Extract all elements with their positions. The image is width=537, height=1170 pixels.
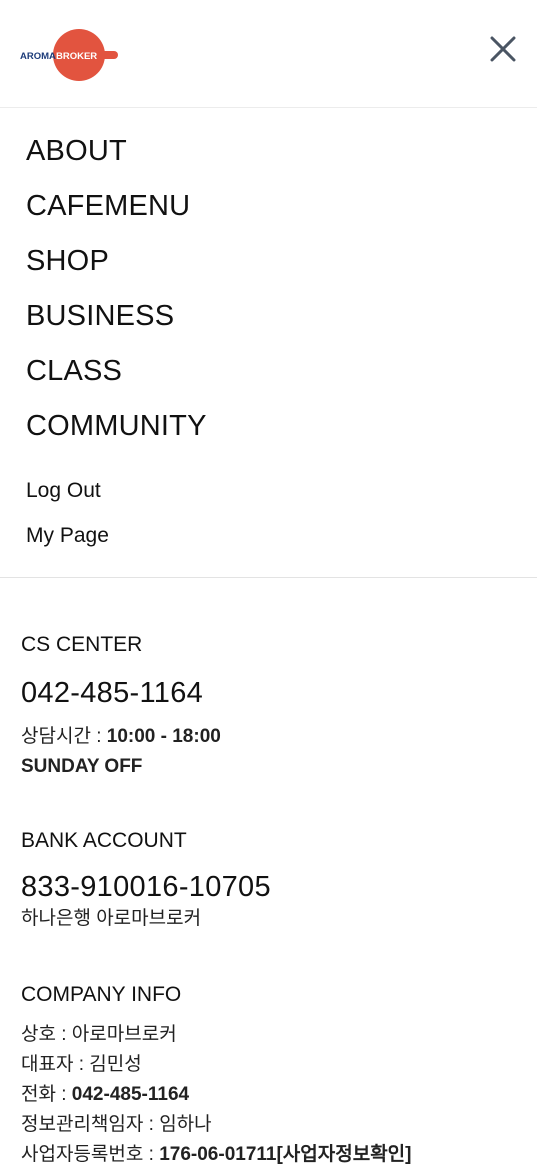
menu-item-shop[interactable]: SHOP [26, 234, 506, 289]
company-name-value: 아로마브로커 [71, 1024, 177, 1045]
logo-text-left: AROMA [20, 51, 56, 62]
menu-item-class[interactable]: CLASS [26, 344, 506, 399]
footer-info: CS CENTER 042-485-1164 상담시간 : 10:00 - 18… [21, 630, 521, 1170]
cs-center-section: CS CENTER 042-485-1164 상담시간 : 10:00 - 18… [21, 630, 521, 782]
bank-account-number: 833-910016-10705 [21, 871, 271, 903]
business-number-line: 사업자등록번호 : 176-06-01711[사업자정보확인] [21, 1140, 521, 1170]
menu-item-business[interactable]: BUSINESS [26, 289, 506, 344]
cs-hours-value: 10:00 - 18:00 [106, 726, 221, 747]
divider [0, 577, 537, 578]
menu-item-community[interactable]: COMMUNITY [26, 399, 506, 454]
header: AROMA BROKER [0, 0, 537, 108]
cs-hours: 상담시간 : 10:00 - 18:00 [21, 722, 521, 752]
business-number-label: 사업자등록번호 : [21, 1144, 160, 1165]
ceo-label: 대표자 : [21, 1054, 90, 1075]
close-icon [490, 36, 516, 62]
mypage-link[interactable]: My Page [26, 513, 506, 558]
cs-hours-label: 상담시간 : [21, 726, 107, 747]
close-button[interactable] [484, 30, 522, 68]
company-info-lines: 상호 : 아로마브로커 대표자 : 김민성 전화 : 042-485-1164 … [21, 1020, 521, 1170]
bank-account-title: BANK ACCOUNT [21, 829, 187, 852]
logo[interactable]: AROMA BROKER [20, 28, 120, 82]
business-number-value[interactable]: 176-06-01711[사업자정보확인] [159, 1144, 411, 1165]
phone-label: 전화 : [21, 1084, 72, 1105]
company-name-label: 상호 : [21, 1024, 72, 1045]
phone-line: 전화 : 042-485-1164 [21, 1080, 521, 1110]
privacy-officer-line: 정보관리책임자 : 임하나 [21, 1110, 521, 1140]
privacy-officer-value: 임하나 [159, 1114, 212, 1135]
company-info-section: COMPANY INFO 상호 : 아로마브로커 대표자 : 김민성 전화 : … [21, 980, 521, 1170]
bank-name: 하나은행 아로마브로커 [21, 908, 202, 929]
logo-text-right: BROKER [56, 51, 97, 62]
menu-item-about[interactable]: ABOUT [26, 124, 506, 179]
ceo-line: 대표자 : 김민성 [21, 1050, 521, 1080]
cs-phone[interactable]: 042-485-1164 [21, 676, 521, 710]
privacy-officer-label: 정보관리책임자 : [21, 1114, 160, 1135]
company-name-line: 상호 : 아로마브로커 [21, 1020, 521, 1050]
phone-value[interactable]: 042-485-1164 [72, 1084, 189, 1105]
menu-item-cafemenu[interactable]: CAFEMENU [26, 179, 506, 234]
account-menu: Log Out My Page [26, 468, 506, 558]
logout-link[interactable]: Log Out [26, 468, 506, 513]
logo-mark: AROMA BROKER [20, 29, 118, 81]
main-menu: ABOUT CAFEMENU SHOP BUSINESS CLASS COMMU… [26, 124, 506, 454]
bank-account-section: BANK ACCOUNT 833-910016-10705 하나은행 아로마브로… [21, 826, 521, 934]
cs-center-title: CS CENTER [21, 633, 143, 656]
ceo-value: 김민성 [89, 1054, 142, 1075]
cs-off-day: SUNDAY OFF [21, 756, 143, 777]
company-info-title: COMPANY INFO [21, 983, 182, 1006]
